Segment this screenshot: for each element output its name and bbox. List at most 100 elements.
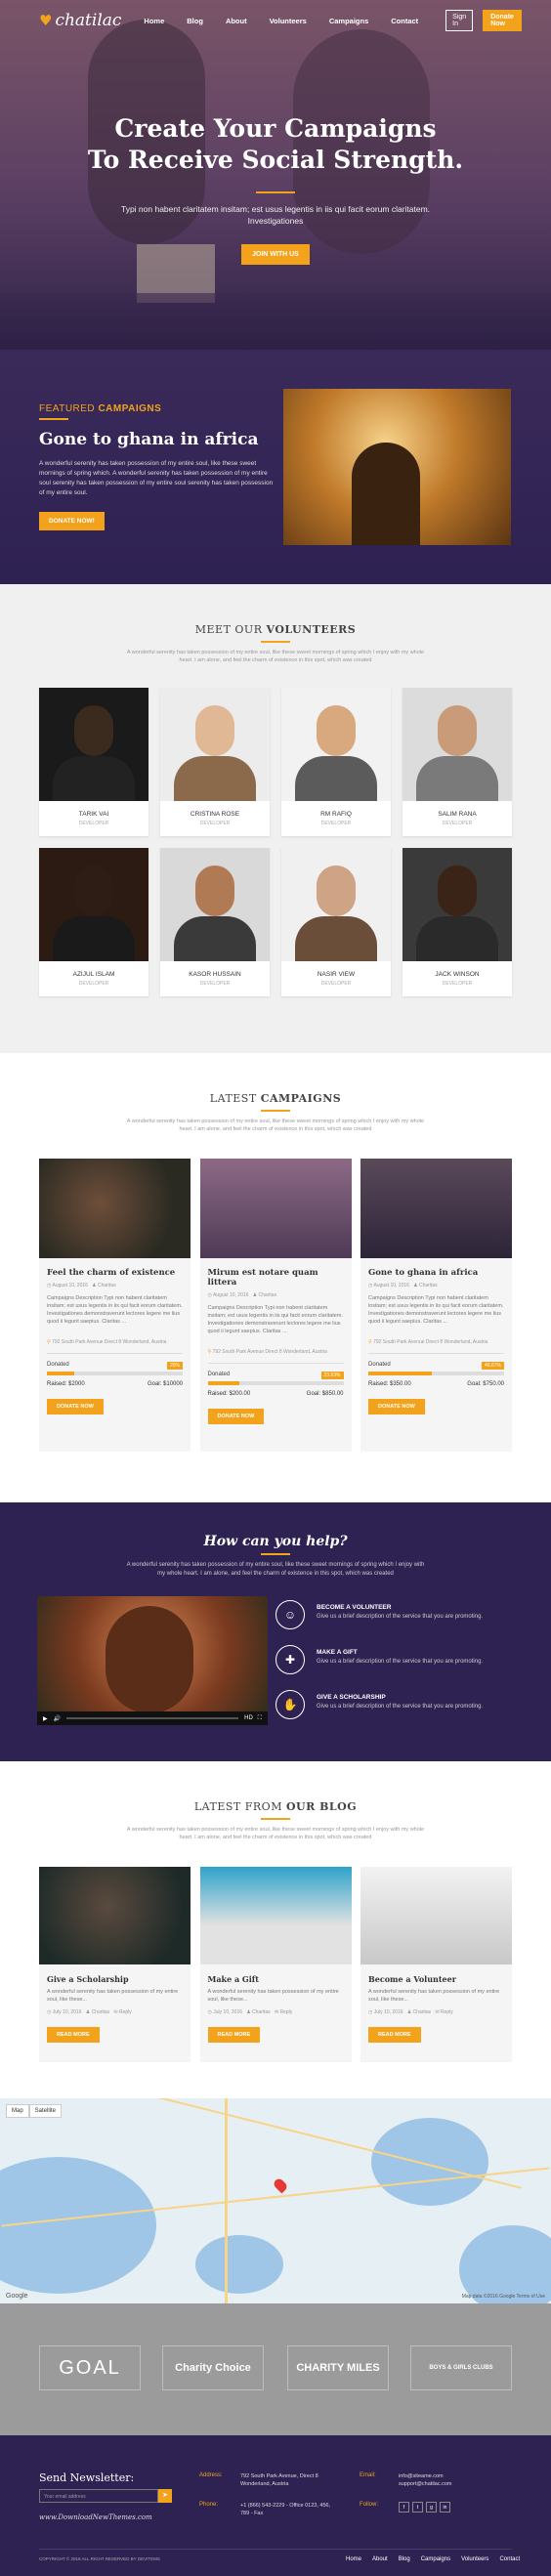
service-scholarship[interactable]: ✋ GIVE A SCHOLARSHIP Give us a brief desc…	[276, 1690, 510, 1719]
user-icon: ♟	[413, 1283, 418, 1288]
campaign-image[interactable]	[199, 1159, 352, 1258]
volunteer-card[interactable]: KASOR HUSSAIN DEVELOPER	[160, 848, 270, 996]
campaign-title[interactable]: Mirum est notare quam littera	[208, 1268, 344, 1288]
linkedin-icon[interactable]: in	[440, 2502, 450, 2513]
raised-amount: Raised: $350.00	[368, 1381, 411, 1387]
service-gift[interactable]: ✚ MAKE A GIFT Give us a brief description…	[276, 1645, 510, 1674]
blog-title[interactable]: Give a Scholarship	[47, 1974, 183, 1984]
blog-image[interactable]	[39, 1867, 191, 1964]
volunteer-photo	[39, 848, 148, 961]
play-icon[interactable]: ▶	[43, 1715, 48, 1722]
campaign-image[interactable]	[360, 1159, 512, 1258]
volunteer-card[interactable]: SALIM RANA DEVELOPER	[403, 688, 512, 836]
footer-link-contact[interactable]: Contact	[499, 2556, 520, 2562]
campaign-totals: Raised: $350.00 Goal: $750.00	[368, 1381, 504, 1387]
nav-item-volunteers[interactable]: Volunteers	[270, 17, 307, 25]
map-road	[225, 2098, 228, 2303]
volume-icon[interactable]: 🔊	[54, 1715, 61, 1722]
donation-progress-bar	[47, 1372, 183, 1375]
volunteer-card[interactable]: CRISTINA ROSE DEVELOPER	[160, 688, 270, 836]
user-icon: ♟	[85, 2009, 91, 2015]
sign-in-button[interactable]: Sign In	[445, 10, 474, 31]
volunteer-name: NASIR VIEW	[317, 971, 356, 978]
partner-logo-charity-miles[interactable]: CHARITY MILES	[287, 2345, 389, 2390]
newsletter-submit-button[interactable]: ➤	[158, 2489, 172, 2503]
section-description: A wonderful serenity has taken possessio…	[126, 1827, 425, 1840]
blog-title[interactable]: Make a Gift	[208, 1974, 344, 1984]
blog-comments: Reply	[118, 2009, 132, 2015]
email-value[interactable]: info@siteame.com support@chatilac.com	[399, 2472, 477, 2488]
twitter-icon[interactable]: t	[412, 2502, 423, 2513]
volunteer-name: AZIJUL ISLAM	[72, 971, 115, 978]
map-water	[459, 2225, 551, 2303]
campaign-card: Gone to ghana in africa ◷ August 10, 201…	[360, 1159, 512, 1452]
featured-underline	[39, 418, 68, 420]
blog-image[interactable]	[199, 1867, 352, 1964]
volunteer-head	[74, 866, 113, 916]
location-map[interactable]: Map Satellite Google Map data ©2016 Goog…	[0, 2098, 551, 2303]
footer-link-campaigns[interactable]: Campaigns	[421, 2556, 450, 2562]
satellite-tab[interactable]: Satellite	[28, 2104, 63, 2118]
volunteer-card[interactable]: JACK WINSON DEVELOPER	[403, 848, 512, 996]
footer-link-blog[interactable]: Blog	[399, 2556, 410, 2562]
service-title: BECOME A VOLUNTEER	[317, 1604, 392, 1611]
campaign-donate-button[interactable]: DONATE NOW	[47, 1399, 104, 1415]
featured-donate-button[interactable]: DONATE NOW!	[39, 512, 105, 530]
location-pin-icon: ⚲	[368, 1339, 372, 1345]
campaign-address: ⚲ 792 South Park Avenue Direct 8 Wonderl…	[368, 1339, 504, 1345]
footer-link-home[interactable]: Home	[346, 2556, 361, 2562]
footer-link-about[interactable]: About	[372, 2556, 388, 2562]
map-tab[interactable]: Map	[6, 2104, 29, 2118]
campaign-donate-button[interactable]: DONATE NOW	[368, 1399, 425, 1415]
read-more-button[interactable]: READ MORE	[368, 2027, 421, 2043]
nav-item-about[interactable]: About	[226, 17, 247, 25]
donate-now-button[interactable]: Donate Now	[483, 10, 522, 31]
video-progress-bar[interactable]	[66, 1717, 239, 1719]
partner-logo-goal[interactable]: GOAL	[39, 2345, 141, 2390]
campaign-donate-button[interactable]: DONATE NOW	[207, 1409, 265, 1424]
partner-logo-boys-girls-clubs[interactable]: BOYS & GIRLS CLUBS	[410, 2345, 512, 2390]
blog-excerpt: A wonderful serenity has taken possessio…	[368, 1989, 500, 2003]
volunteer-photo	[403, 848, 512, 961]
facebook-icon[interactable]: f	[399, 2502, 409, 2513]
service-volunteer[interactable]: ☺ BECOME A VOLUNTEER Give us a brief desc…	[276, 1600, 510, 1629]
newsletter-email-input[interactable]: Your email address	[39, 2489, 158, 2503]
footer-link-volunteers[interactable]: Volunteers	[461, 2556, 488, 2562]
nav-item-contact[interactable]: Contact	[391, 17, 418, 25]
read-more-button[interactable]: READ MORE	[207, 2027, 261, 2043]
calendar-icon: ◷	[207, 2009, 212, 2015]
logo[interactable]: ♥ chatilac	[39, 11, 121, 30]
blog-grid: Give a Scholarship A wonderful serenity …	[39, 1867, 512, 2062]
nav-item-home[interactable]: Home	[144, 17, 164, 25]
social-links: f t g in	[399, 2502, 453, 2513]
map-pin-icon[interactable]	[272, 2176, 289, 2194]
fullscreen-icon[interactable]: ⛶	[258, 1715, 262, 1722]
campaign-title[interactable]: Feel the charm of existence	[47, 1268, 183, 1278]
campaign-title[interactable]: Gone to ghana in africa	[368, 1268, 504, 1278]
volunteer-card[interactable]: NASIR VIEW DEVELOPER	[281, 848, 391, 996]
campaign-divider	[368, 1353, 504, 1354]
volunteer-card[interactable]: TARIK VAI DEVELOPER	[39, 688, 148, 836]
campaign-image[interactable]	[39, 1159, 191, 1258]
blog-section: LATEST FROM OUR BLOG A wonderful serenit…	[0, 1761, 551, 2098]
blog-meta: ◷ July 10, 2016 ♟ Charitas ✉ Reply	[47, 2009, 183, 2015]
volunteer-name: RM RAFIQ	[320, 811, 352, 818]
nav-item-blog[interactable]: Blog	[187, 17, 203, 25]
address-label: Address:	[199, 2472, 223, 2478]
google-plus-icon[interactable]: g	[426, 2502, 437, 2513]
volunteer-card[interactable]: AZIJUL ISLAM DEVELOPER	[39, 848, 148, 996]
read-more-button[interactable]: READ MORE	[47, 2027, 100, 2043]
blog-image[interactable]	[360, 1867, 512, 1964]
hd-badge[interactable]: HD	[244, 1715, 253, 1721]
video-player[interactable]: ▶ 🔊 HD ⛶	[37, 1596, 268, 1725]
partner-logo-charity-choice[interactable]: Charity Choice	[162, 2345, 264, 2390]
join-with-us-button[interactable]: JOIN WITH US	[241, 244, 310, 265]
blog-title[interactable]: Become a Volunteer	[368, 1974, 504, 1984]
volunteer-card[interactable]: RM RAFIQ DEVELOPER	[281, 688, 391, 836]
calendar-icon: ◷	[368, 2009, 373, 2015]
campaigns-section: LATEST CAMPAIGNS A wonderful serenity ha…	[0, 1053, 551, 1502]
volunteer-role: DEVELOPER	[442, 821, 473, 826]
featured-campaign-section: FEATURED CAMPAIGNS Gone to ghana in afri…	[0, 350, 551, 584]
campaign-date: August 10, 2016	[213, 1292, 249, 1298]
nav-item-campaigns[interactable]: Campaigns	[329, 17, 368, 25]
